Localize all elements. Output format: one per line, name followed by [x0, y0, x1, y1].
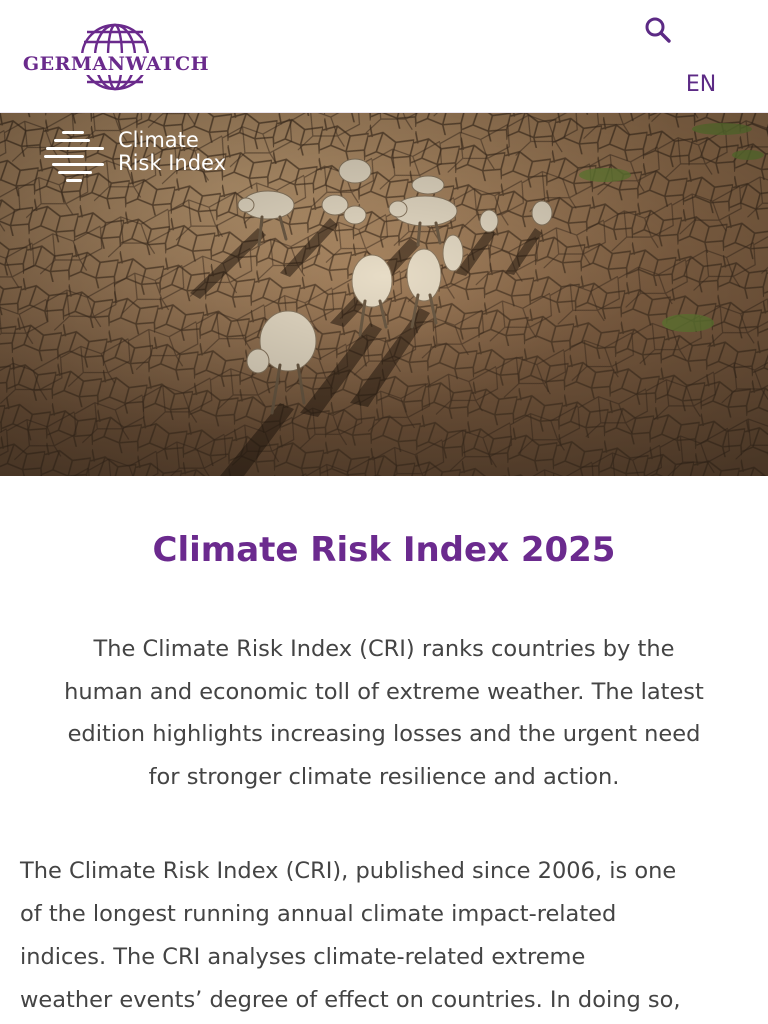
- intro-line: edition highlights increasing losses and…: [67, 721, 701, 747]
- body-line: of the longest running annual climate im…: [20, 901, 617, 927]
- climate-risk-index-logo: Climate Risk Index: [44, 125, 254, 187]
- intro-line: The Climate Risk Index (CRI) ranks count…: [93, 636, 675, 662]
- language-switcher[interactable]: EN: [676, 70, 726, 100]
- cri-logo-line1: Climate: [118, 128, 199, 152]
- page: GERMANWATCH EN Climate Risk Index Climat…: [0, 0, 768, 1024]
- body-paragraph: The Climate Risk Index (CRI), published …: [20, 850, 750, 1022]
- germanwatch-logo[interactable]: GERMANWATCH: [18, 22, 214, 92]
- search-button[interactable]: [642, 14, 674, 46]
- body-line: The Climate Risk Index (CRI), published …: [20, 858, 677, 884]
- intro-paragraph: The Climate Risk Index (CRI) ranks count…: [24, 628, 744, 798]
- cri-logo-line2: Risk Index: [118, 151, 227, 175]
- logo-wordmark: GERMANWATCH: [18, 53, 214, 75]
- search-icon: [645, 17, 671, 43]
- body-line: indices. The CRI analyses climate-relate…: [20, 944, 586, 970]
- intro-line: for stronger climate resilience and acti…: [148, 763, 620, 790]
- body-line: weather events’ degree of effect on coun…: [20, 987, 681, 1013]
- hero-image: Climate Risk Index: [0, 113, 768, 476]
- site-header: GERMANWATCH EN: [0, 0, 768, 113]
- page-title: Climate Risk Index 2025: [152, 530, 616, 570]
- cri-logo-wordmark: Climate Risk Index: [118, 129, 226, 175]
- intro-line: human and economic toll of extreme weath…: [64, 678, 704, 705]
